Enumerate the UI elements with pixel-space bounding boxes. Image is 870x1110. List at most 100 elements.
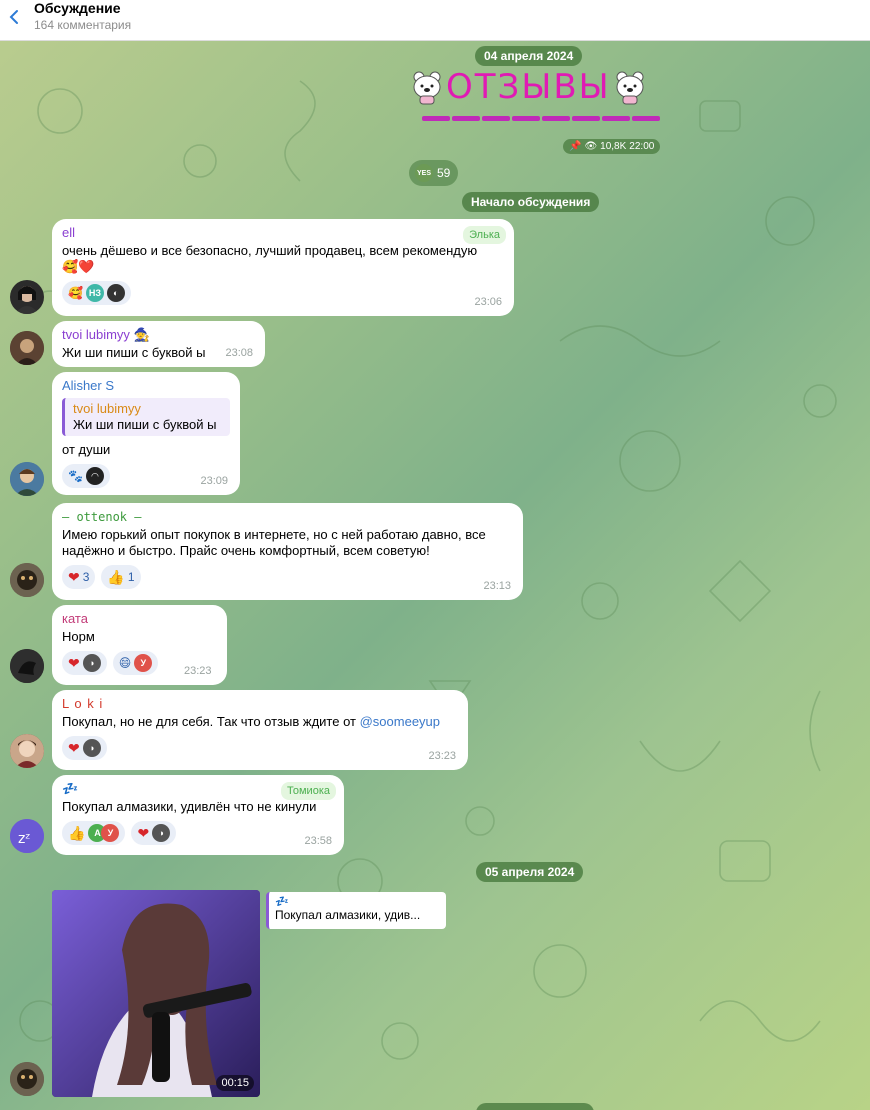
avatar[interactable] — [10, 1062, 44, 1096]
heart-count: 3 — [82, 570, 90, 584]
reaction-chip[interactable]: 🥰 НЗ ◐ — [62, 281, 131, 305]
reaction-chip[interactable]: 😄 У — [112, 651, 159, 675]
avatar[interactable] — [10, 331, 44, 365]
reactor-avatar: ◑ — [82, 654, 101, 672]
message-time: 23:09 — [200, 475, 228, 487]
message-time: 23:58 — [304, 835, 332, 847]
reaction-chip[interactable]: ❤ ◑ — [62, 736, 107, 760]
message-text: Покупал, но не для себя. Так что отзыв ж… — [62, 714, 458, 730]
reply-text: Покупал алмазики, удив... — [275, 908, 421, 922]
message-author[interactable]: ката — [62, 611, 217, 627]
thumbs-up-icon: 👍 — [68, 825, 86, 841]
reply-quote[interactable]: tvoi lubimyy Жи ши пиши с буквой ы — [62, 398, 230, 436]
avatar[interactable] — [10, 563, 44, 597]
avatar-image — [10, 1062, 44, 1096]
message-author[interactable]: L o k i — [62, 696, 458, 712]
thumb-count: 1 — [127, 570, 135, 584]
reply-quote[interactable]: 💤 Покупал алмазики, удив... — [266, 892, 446, 929]
date-pill-partial — [476, 1103, 594, 1110]
avatar[interactable] — [10, 649, 44, 683]
heart-reaction[interactable]: ❤ 3 — [62, 565, 96, 589]
message-author[interactable]: tvoi lubimyy 🧙 — [62, 327, 255, 343]
message-text: очень дёшево и все безопасно, лучший про… — [62, 243, 478, 258]
author-name: tvoi lubimyy — [62, 327, 130, 342]
post-title-text: ОТЗЫВЫ — [446, 67, 611, 107]
post-meta: 📌 👁 10,8K 22:00 — [563, 139, 661, 154]
reaction-chip[interactable]: 🐾 ◠ — [62, 464, 110, 488]
avatar-image — [10, 331, 44, 365]
reply-author: tvoi lubimyy — [73, 401, 141, 416]
sleeping-zzz-icon: zᶻ — [10, 819, 44, 853]
reactions-row: ❤ ◑ — [62, 736, 458, 760]
user-mention-link[interactable]: @soomeeyup — [360, 714, 440, 729]
message-bubble[interactable]: tvoi lubimyy 🧙 Жи ши пиши с буквой ы 23:… — [52, 321, 265, 367]
reaction-chip[interactable]: ❤ ◑ — [131, 821, 177, 845]
message-author[interactable]: Alisher S — [62, 378, 230, 394]
reaction-chip[interactable]: 👍 А У — [62, 821, 126, 845]
post-reaction[interactable]: YES 59 — [409, 160, 459, 186]
smiling-hearts-icon: 🥰 — [68, 286, 83, 300]
reactor-avatar: ◐ — [106, 284, 125, 302]
post-reaction-count: 59 — [437, 166, 451, 180]
message-text-body: Покупал, но не для себя. Так что отзыв ж… — [62, 714, 356, 729]
reactions-row: 👍 А У ❤ ◑ — [62, 821, 334, 845]
message-text: от души — [62, 442, 111, 457]
video-thumbnail — [52, 890, 260, 1097]
message-author[interactable]: — ottenok — — [62, 509, 513, 525]
message-time: 23:23 — [184, 665, 212, 677]
message-time: 23:06 — [474, 296, 502, 308]
reactor-avatar: У — [101, 824, 120, 842]
avatar-image — [10, 462, 44, 496]
title-underline-decoration — [422, 116, 660, 121]
heart-icon: ❤ — [68, 740, 80, 756]
paw-icon: 🐾 — [68, 469, 83, 483]
post-title: ОТЗЫВЫ — [410, 69, 647, 105]
reaction-chip[interactable]: ❤ ◑ — [62, 651, 107, 675]
message-text: Покупал алмазики, удивлён что не кинули — [62, 799, 317, 814]
message-bubble[interactable]: — ottenok — Имею горький опыт покупок в … — [52, 503, 523, 600]
post-time: 22:00 — [629, 141, 655, 152]
avatar[interactable]: zᶻ — [10, 819, 44, 853]
thumbs-up-reaction[interactable]: 👍 1 — [101, 565, 141, 589]
message-bubble[interactable]: L o k i Покупал, но не для себя. Так что… — [52, 690, 468, 770]
message-bubble[interactable]: Alisher S tvoi lubimyy Жи ши пиши с букв… — [52, 372, 240, 495]
date-pill: 05 апреля 2024 — [476, 862, 584, 882]
reactor-avatar: ◑ — [152, 824, 171, 842]
avatar[interactable] — [10, 734, 44, 768]
header-title: Обсуждение — [34, 0, 121, 16]
back-arrow-icon[interactable] — [6, 8, 24, 26]
avatar-image — [15, 286, 39, 314]
svg-text:zᶻ: zᶻ — [18, 831, 30, 847]
video-duration: 00:15 — [216, 1075, 254, 1091]
thumbs-up-icon: 👍 — [107, 569, 125, 585]
eye-icon: 👁 — [584, 141, 598, 152]
message-bubble[interactable]: ell Элька очень дёшево и все безопасно, … — [52, 219, 514, 316]
view-count: 10,8K — [600, 141, 627, 152]
message-time: 23:23 — [428, 750, 456, 762]
discussion-start-pill: Начало обсуждения — [462, 192, 600, 212]
author-badge: Элька — [463, 226, 506, 244]
avatar[interactable] — [10, 280, 44, 314]
message-time: 23:08 — [225, 347, 253, 359]
message-bubble[interactable]: 💤 Томиока Покупал алмазики, удивлён что … — [52, 775, 344, 855]
reactor-avatar: У — [134, 654, 153, 672]
heart-icon: ❤ — [137, 825, 150, 841]
pin-icon: 📌 — [569, 141, 582, 152]
chat-area[interactable]: 04 апреля 2024 ОТЗЫВЫ 📌 👁 10,8K 22:00 YE… — [0, 41, 870, 1110]
heart-icon: ❤ — [68, 655, 80, 671]
reply-author: 💤 — [275, 896, 289, 908]
reply-text: Жи ши пиши с буквой ы — [73, 417, 217, 432]
message-emoji: 🥰❤️ — [62, 259, 95, 274]
avatar-image — [10, 563, 44, 597]
avatar[interactable] — [10, 462, 44, 496]
avatar-image — [10, 734, 44, 768]
bear-sticker-icon — [413, 71, 441, 105]
video-message[interactable]: 00:15 — [52, 890, 260, 1097]
chat-header: Обсуждение 164 комментария — [0, 0, 870, 41]
avatar-image — [10, 649, 44, 683]
message-author[interactable]: ell — [62, 225, 504, 241]
yes-reaction-icon: YES — [415, 164, 433, 182]
date-pill: 04 апреля 2024 — [475, 46, 583, 66]
message-text: Имею горький опыт покупок в интернете, н… — [62, 527, 486, 558]
reactions-row: ❤ 3 👍 1 — [62, 565, 513, 589]
